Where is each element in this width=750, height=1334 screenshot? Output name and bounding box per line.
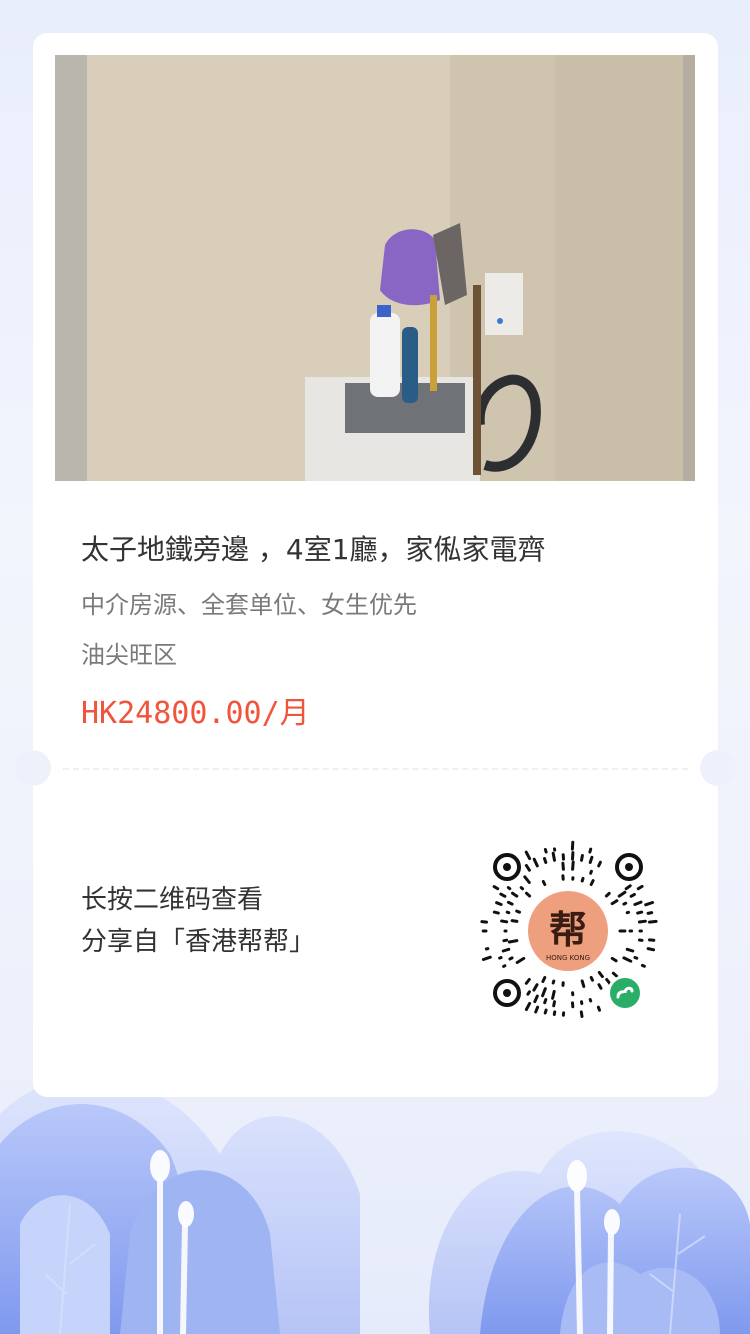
qr-code-module: [588, 847, 593, 854]
qr-code-module: [492, 885, 500, 891]
qr-code-module: [519, 886, 525, 891]
qr-logo-char: 帮: [549, 908, 587, 952]
qr-code-module: [506, 900, 514, 906]
qr-code-module: [552, 1000, 556, 1008]
listing-price: HK24800.00/月: [81, 696, 310, 731]
qr-code-module: [589, 869, 593, 875]
qr-code-module: [640, 963, 646, 968]
qr-code-module: [604, 891, 611, 898]
qr-code-module: [579, 1010, 584, 1018]
qr-code-module: [495, 901, 503, 906]
wechat-mini-program-icon: [607, 975, 643, 1011]
qr-hint-text: 长按二维码查看: [81, 885, 264, 915]
listing-tags: 中介房源、全套单位、女生优先: [81, 591, 417, 619]
qr-code-module: [525, 891, 532, 898]
qr-code-module: [636, 884, 644, 891]
qr-code-module: [502, 964, 507, 968]
listing-title: 太子地鐵旁邊 ，4室1廳，家俬家電齊: [81, 533, 546, 566]
qr-code-module: [502, 938, 509, 943]
qr-code-module: [480, 920, 488, 924]
qr-code-module: [498, 956, 503, 960]
qr-code-module: [636, 910, 644, 915]
qr-code-module: [588, 855, 594, 864]
qr-logo-subtext: HONG KONG: [546, 954, 590, 962]
qr-code-module: [597, 860, 602, 868]
qr-code-module: [526, 990, 531, 996]
qr-code-module: [534, 1005, 540, 1014]
qr-code-module: [510, 919, 519, 923]
qr-code-module: [589, 976, 594, 982]
qr-code-module: [597, 983, 603, 990]
qr-code-module: [571, 860, 575, 871]
qr-code-module: [508, 956, 514, 961]
qr-code-module: [541, 880, 547, 886]
qr-code-module: [551, 979, 556, 985]
qr-code-module: [646, 911, 654, 915]
ticket-notch-left: [15, 750, 51, 786]
qr-code-module: [561, 861, 565, 871]
qr-code-module: [648, 919, 658, 924]
qr-code-module: [515, 909, 521, 914]
qr-code-module: [588, 998, 593, 1003]
qr-code-module: [589, 879, 595, 886]
qr-code-module: [541, 976, 547, 983]
qr-code-module: [543, 848, 548, 854]
qr-code-module: [633, 956, 639, 960]
qr-code-module: [501, 947, 511, 953]
qr-code-module: [492, 910, 500, 915]
listing-share-card: 太子地鐵旁邊 ，4室1廳，家俬家電齊 中介房源、全套单位、女生优先 油尖旺区 H…: [15, 33, 736, 1097]
qr-code-module: [551, 989, 556, 1000]
qr-code-module: [551, 851, 556, 862]
qr-code-module: [622, 901, 628, 906]
ticket-notch-right: [700, 750, 736, 786]
qr-code-module: [507, 939, 519, 944]
qr-code-module: [580, 854, 584, 862]
qr-code-module: [610, 956, 618, 963]
qr-code-module: [500, 919, 509, 924]
share-source-text: 分享自「香港帮帮」: [81, 927, 316, 957]
qr-code-module: [580, 876, 585, 883]
dashed-divider: [63, 768, 688, 770]
qr-code-module: [543, 1008, 548, 1015]
qr-code-module: [506, 886, 512, 891]
listing-photo[interactable]: [55, 55, 695, 481]
qr-code-module: [646, 947, 656, 952]
qr-code-module: [543, 857, 548, 864]
qr-code-module: [505, 910, 511, 915]
listing-district: 油尖旺区: [81, 641, 177, 669]
qr-code-module: [637, 919, 647, 924]
qr-code-module: [543, 998, 548, 1005]
qr-code-module: [499, 892, 507, 898]
qr-code-module: [625, 947, 635, 953]
mini-program-qr-code[interactable]: 帮 HONG KONG: [473, 833, 663, 1029]
qr-code-module: [596, 1005, 601, 1012]
qr-code-module: [629, 893, 636, 898]
qr-code-module: [580, 979, 586, 988]
